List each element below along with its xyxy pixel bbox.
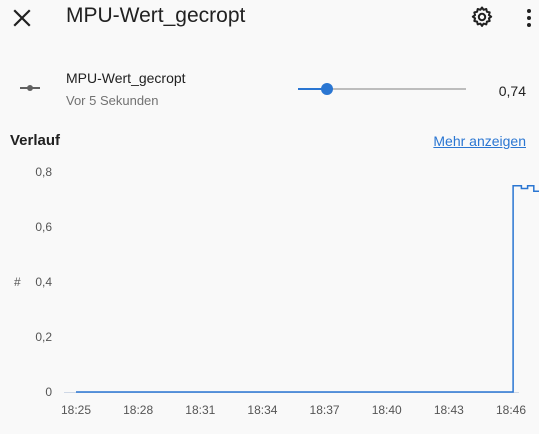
x-tick-label: 18:34	[247, 403, 277, 417]
x-tick-label: 18:25	[61, 403, 91, 417]
y-tick-label: 0	[45, 385, 52, 399]
y-tick-label: 0,2	[35, 330, 52, 344]
history-title: Verlauf	[10, 132, 61, 149]
number-slider-icon	[18, 80, 42, 96]
close-icon[interactable]	[10, 6, 34, 30]
entity-name: MPU-Wert_gecropt	[66, 70, 186, 86]
x-tick-label: 18:31	[185, 403, 215, 417]
last-changed: Vor 5 Sekunden	[66, 93, 159, 108]
entity-row: MPU-Wert_gecropt Vor 5 Sekunden 0,74	[0, 62, 539, 118]
history-chart: 0 0,2 0,4 0,6 0,8 #18:25 18:28 18:31 18:34 18:37 1…	[0, 155, 539, 429]
y-tick-label: 0,8	[35, 165, 52, 179]
entity-value: 0,74	[498, 83, 526, 99]
y-tick-label: 0,6	[35, 220, 52, 234]
x-tick-label: 18:37	[310, 403, 340, 417]
dialog-title: MPU-Wert_gecropt	[66, 4, 246, 27]
more-vertical-icon[interactable]	[522, 7, 536, 29]
series-line	[76, 185, 539, 393]
hash-icon: #	[14, 275, 21, 289]
history-chart-svg: 0 0,2 0,4 0,6 0,8 #18:25 18:28 18:31 18:34 18:37 1…	[14, 165, 539, 417]
slider-thumb[interactable]	[320, 83, 333, 95]
y-tick-label: 0,4	[35, 275, 52, 289]
x-tick-label: 18:43	[434, 403, 464, 417]
show-more-link[interactable]: Mehr anzeigen	[433, 133, 526, 149]
x-tick-label: 18:46	[496, 403, 526, 417]
x-tick-label: 18:40	[372, 403, 402, 417]
dialog-header: MPU-Wert_gecropt	[0, 0, 539, 34]
gear-icon[interactable]	[470, 5, 494, 29]
value-slider[interactable]	[298, 80, 466, 98]
x-tick-label: 18:28	[123, 403, 153, 417]
